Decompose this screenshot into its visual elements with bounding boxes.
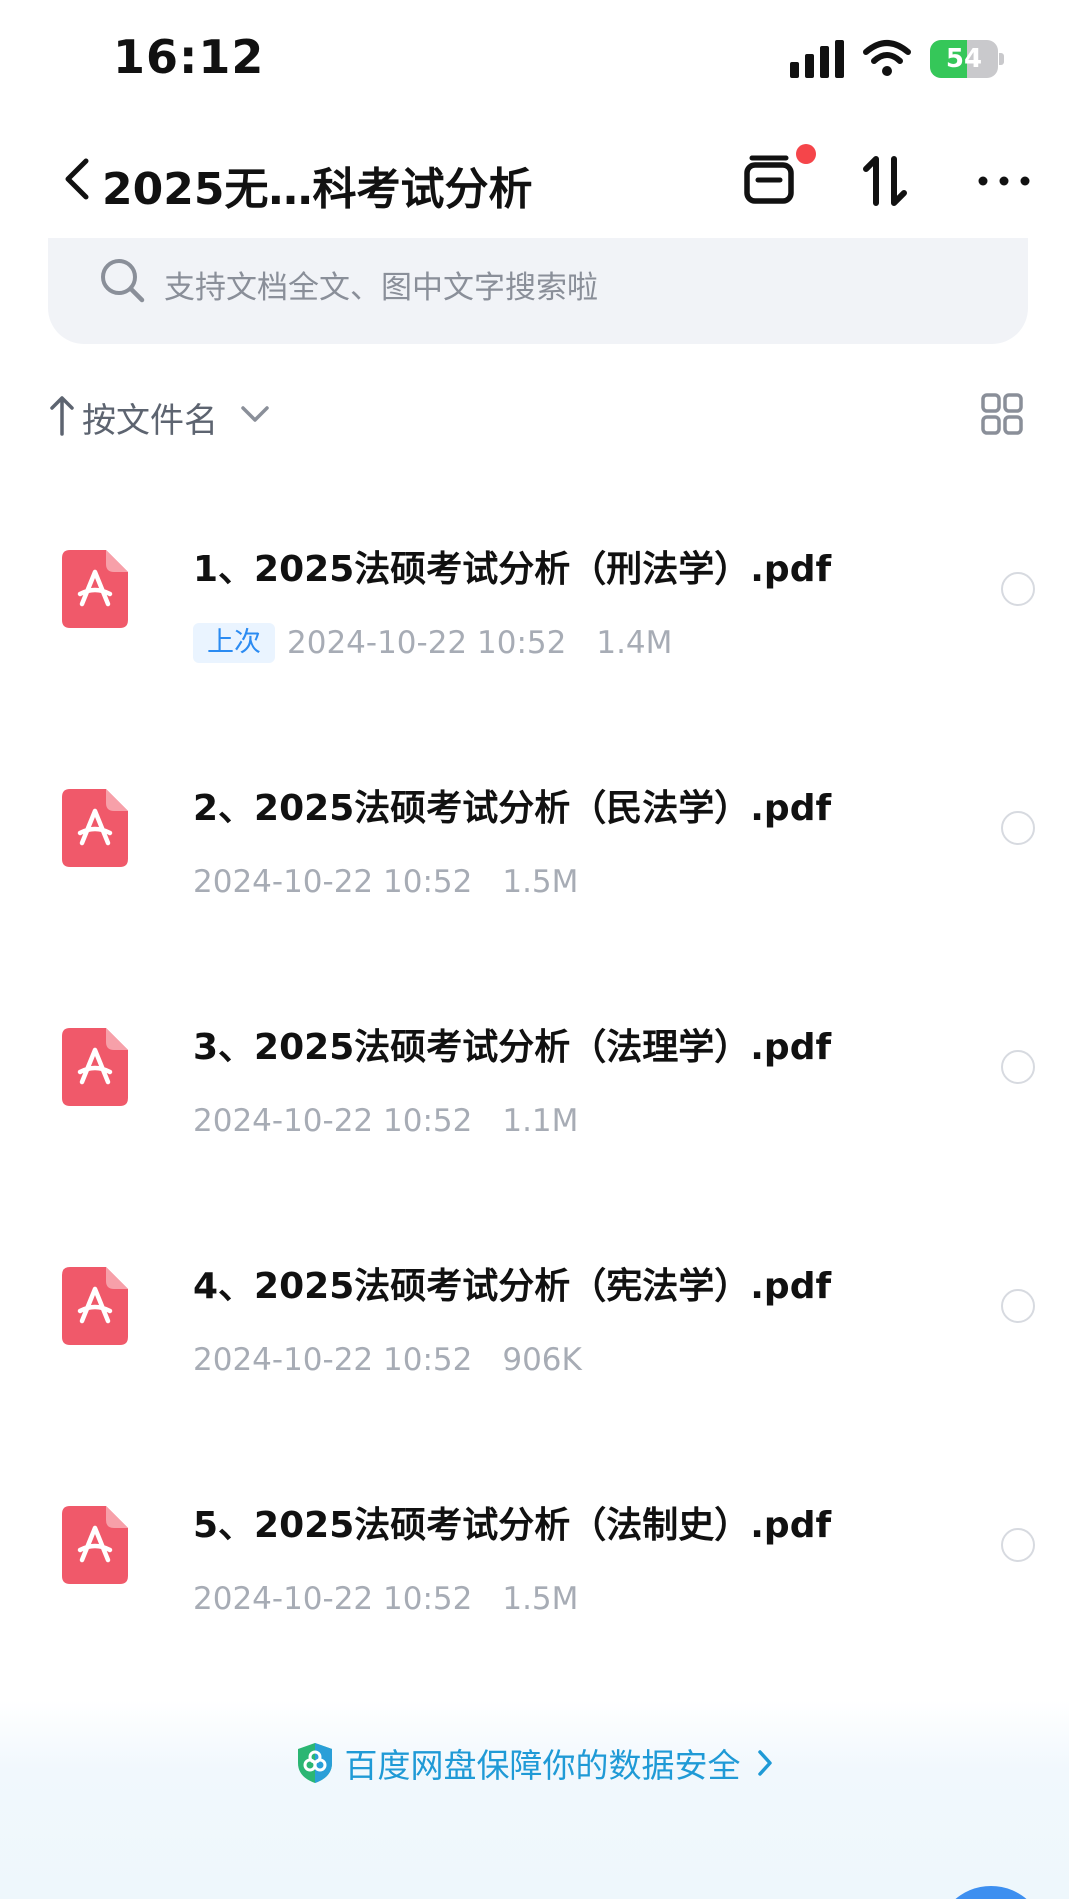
file-name: 3、2025法硕考试分析（法理学）.pdf xyxy=(193,1027,832,1068)
chevron-right-icon xyxy=(757,1750,772,1776)
pdf-file-icon xyxy=(62,550,128,628)
file-size: 1.1M xyxy=(502,1103,579,1139)
file-size: 906K xyxy=(502,1342,582,1378)
file-date: 2024-10-22 10:52 xyxy=(287,625,567,661)
back-chevron-icon[interactable] xyxy=(58,153,98,205)
file-meta: 2024-10-22 10:52 1.1M xyxy=(193,1100,578,1142)
file-meta: 2024-10-22 10:52 906K xyxy=(193,1339,582,1381)
file-date: 2024-10-22 10:52 xyxy=(193,1103,473,1139)
select-checkbox[interactable] xyxy=(1001,1528,1035,1562)
file-name: 2、2025法硕考试分析（民法学）.pdf xyxy=(193,788,832,829)
sort-by-name-button[interactable]: 按文件名 xyxy=(82,393,218,442)
select-checkbox[interactable] xyxy=(1001,572,1035,606)
search-placeholder: 支持文档全文、图中文字搜索啦 xyxy=(164,270,598,306)
file-name: 1、2025法硕考试分析（刑法学）.pdf xyxy=(193,549,832,590)
file-size: 1.5M xyxy=(502,1581,579,1617)
pdf-file-icon xyxy=(62,1028,128,1106)
select-checkbox[interactable] xyxy=(1001,1289,1035,1323)
wifi-icon xyxy=(863,40,911,76)
file-size: 1.5M xyxy=(502,864,579,900)
grid-view-icon[interactable] xyxy=(980,392,1024,436)
file-item[interactable]: 5、2025法硕考试分析（法制史）.pdf 2024-10-22 10:52 1… xyxy=(0,1476,1069,1676)
chevron-down-icon[interactable] xyxy=(240,402,270,426)
file-name: 4、2025法硕考试分析（宪法学）.pdf xyxy=(193,1266,832,1307)
security-text: 百度网盘保障你的数据安全 xyxy=(344,1746,741,1785)
file-meta: 上次 2024-10-22 10:52 1.4M xyxy=(193,622,672,664)
cellular-signal-icon xyxy=(790,40,844,78)
sort-ascending-icon[interactable] xyxy=(48,394,76,436)
transfer-list-icon[interactable] xyxy=(740,151,800,211)
data-security-link[interactable]: 百度网盘保障你的数据安全 xyxy=(0,1738,1069,1788)
pdf-file-icon xyxy=(62,1506,128,1584)
footer-background xyxy=(0,1700,1069,1899)
header-bar: 2025无…科考试分析 xyxy=(0,135,1069,225)
search-icon xyxy=(101,259,145,303)
notification-dot xyxy=(796,144,816,164)
sort-order-icon[interactable] xyxy=(856,151,916,211)
status-bar: 16:12 54 xyxy=(0,0,1069,110)
file-meta: 2024-10-22 10:52 1.5M xyxy=(193,1578,578,1620)
more-options-icon[interactable] xyxy=(975,151,1035,211)
battery-indicator: 54 xyxy=(930,40,1004,78)
file-item[interactable]: 3、2025法硕考试分析（法理学）.pdf 2024-10-22 10:52 1… xyxy=(0,998,1069,1198)
status-time: 16:12 xyxy=(113,30,265,84)
file-name: 5、2025法硕考试分析（法制史）.pdf xyxy=(193,1505,832,1546)
page-title: 2025无…科考试分析 xyxy=(102,164,533,215)
pdf-file-icon xyxy=(62,1267,128,1345)
file-date: 2024-10-22 10:52 xyxy=(193,864,473,900)
select-checkbox[interactable] xyxy=(1001,1050,1035,1084)
file-date: 2024-10-22 10:52 xyxy=(193,1581,473,1617)
search-input[interactable]: 支持文档全文、图中文字搜索啦 xyxy=(48,238,1028,344)
battery-percent: 54 xyxy=(945,44,983,74)
file-browser-screen: 16:12 54 2025无…科考试分析 支持文档全文、图中文字搜索啦 按文件名… xyxy=(0,0,1069,1899)
shield-icon xyxy=(297,1743,332,1783)
pdf-file-icon xyxy=(62,789,128,867)
file-date: 2024-10-22 10:52 xyxy=(193,1342,473,1378)
select-checkbox[interactable] xyxy=(1001,811,1035,845)
file-item[interactable]: 1、2025法硕考试分析（刑法学）.pdf 上次 2024-10-22 10:5… xyxy=(0,520,1069,720)
file-size: 1.4M xyxy=(596,625,673,661)
sort-bar: 按文件名 xyxy=(48,390,1028,442)
file-item[interactable]: 2、2025法硕考试分析（民法学）.pdf 2024-10-22 10:52 1… xyxy=(0,759,1069,959)
file-item[interactable]: 4、2025法硕考试分析（宪法学）.pdf 2024-10-22 10:52 9… xyxy=(0,1237,1069,1437)
file-meta: 2024-10-22 10:52 1.5M xyxy=(193,861,578,903)
recent-badge: 上次 xyxy=(193,623,275,663)
